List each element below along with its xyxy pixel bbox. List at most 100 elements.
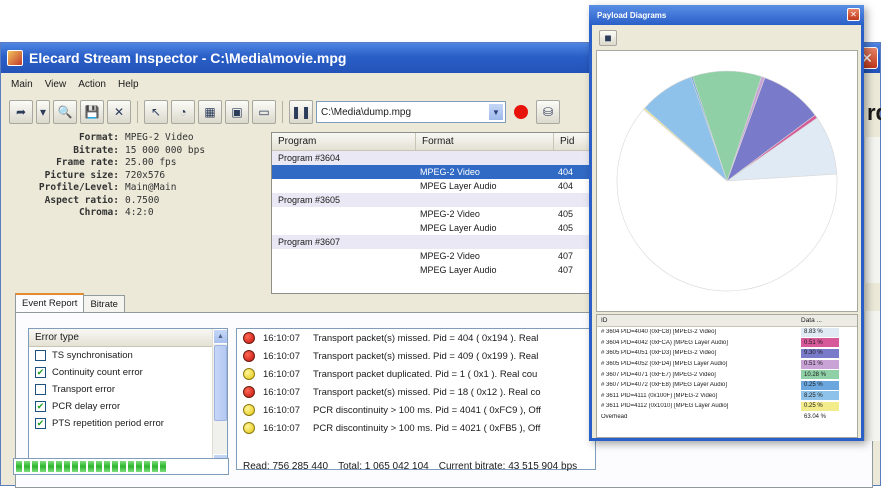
tab-event-report[interactable]: Event Report	[15, 293, 85, 313]
disk-icon[interactable]: ⛁	[536, 100, 560, 124]
table-row[interactable]: MPEG-2 Video 404	[272, 165, 592, 179]
checkbox[interactable]	[35, 384, 46, 395]
table-row[interactable]: MPEG Layer Audio 405	[272, 221, 592, 235]
table-row[interactable]: Program #3604	[272, 151, 592, 165]
read-progress-bar	[13, 457, 229, 475]
legend-row[interactable]: # 3604 PID=4040 (0xFC8) [MPEG-2 Video] 8.…	[597, 327, 857, 338]
info-label: Chroma:	[78, 207, 119, 218]
event-row[interactable]: 16:10:07 Transport packet(s) missed. Pid …	[237, 347, 595, 365]
list-item[interactable]: ✔ PTS repetition period error	[29, 415, 227, 432]
legend-id: # 3604 PID=4042 (0xFCA) [MPEG Layer Audi…	[601, 339, 728, 346]
dropdown-icon[interactable]: ▾	[36, 100, 50, 124]
close-icon[interactable]: ✕	[107, 100, 131, 124]
table-row[interactable]: Program #3605	[272, 193, 592, 207]
close-icon[interactable]: ✕	[847, 8, 860, 21]
menu-help[interactable]: Help	[118, 79, 139, 90]
table-row[interactable]: MPEG-2 Video 407	[272, 249, 592, 263]
event-time: 16:10:07	[263, 332, 300, 344]
program-table-scrollbar[interactable]	[864, 137, 880, 283]
cursor-icon[interactable]: ↖	[144, 100, 168, 124]
column-header-format[interactable]: Format	[416, 133, 554, 150]
column-header-pid[interactable]: Pid	[554, 133, 592, 150]
table-row[interactable]: MPEG Layer Audio 404	[272, 179, 592, 193]
scroll-up-icon[interactable]: ▲	[213, 329, 227, 344]
progress-segment	[96, 460, 102, 472]
dump-path-combo[interactable]: C:\Media\dump.mpg ▼	[316, 101, 506, 123]
program-cell	[272, 263, 416, 277]
checkbox-checked[interactable]: ✔	[35, 401, 46, 412]
legend-header-id[interactable]: ID	[597, 317, 801, 324]
error-status-icon	[243, 332, 255, 344]
program-cell	[272, 207, 416, 221]
record-icon[interactable]	[514, 105, 528, 119]
info-value: 15 000 000 bps	[125, 144, 206, 156]
checkbox-checked[interactable]: ✔	[35, 367, 46, 378]
tab-bitrate[interactable]: Bitrate	[83, 295, 125, 313]
error-list-scrollbar[interactable]: ▲ ▼	[212, 329, 227, 469]
legend-row[interactable]: # 3611 PID=4111 (0x100F) [MPEG-2 Video] 8…	[597, 391, 857, 402]
event-row[interactable]: 16:10:07 Transport packet(s) missed. Pid …	[237, 329, 595, 347]
checkbox-checked[interactable]: ✔	[35, 418, 46, 429]
legend-row[interactable]: Overhead 63.04 %	[597, 412, 857, 423]
list-item[interactable]: ✔ PCR delay error	[29, 398, 227, 415]
info-value: MPEG-2 Video	[125, 132, 194, 143]
search-icon[interactable]: 🔍	[53, 100, 77, 124]
status-text: Read: 756 285 440 Total: 1 065 042 104 C…	[243, 461, 577, 472]
event-row[interactable]: 16:10:07 PCR discontinuity > 100 ms. Pid …	[237, 401, 595, 419]
monitor-icon[interactable]: ▭	[252, 100, 276, 124]
legend-row[interactable]: # 3605 PID=4051 (0xFD3) [MPEG-2 Video] 9.…	[597, 348, 857, 359]
scroll-thumb[interactable]	[214, 345, 227, 421]
legend-row[interactable]: # 3607 PID=4071 (0xFE7) [MPEG-2 Video] 10…	[597, 369, 857, 380]
progress-segment	[152, 460, 158, 472]
menu-view[interactable]: View	[45, 79, 67, 90]
legend-id: # 3605 PID=4051 (0xFD3) [MPEG-2 Video]	[601, 350, 717, 357]
chevron-down-icon[interactable]: ▼	[488, 103, 504, 121]
legend-header-data[interactable]: Data ...	[801, 317, 822, 324]
pause-icon[interactable]: ❚❚	[289, 100, 313, 124]
legend-header: ID Data ...	[597, 315, 857, 327]
open-arrow-icon[interactable]: ➦	[9, 100, 33, 124]
legend-row[interactable]: # 3605 PID=4052 (0xFD4) [MPEG Layer Audi…	[597, 359, 857, 370]
format-cell	[416, 151, 554, 165]
picture-icon[interactable]: ▣	[225, 100, 249, 124]
event-log-scrollbar[interactable]	[864, 311, 880, 441]
error-type-header[interactable]: Error type	[29, 329, 227, 347]
list-item[interactable]: Transport error	[29, 381, 227, 398]
payload-window-title-bar: Payload Diagrams ✕	[589, 5, 864, 25]
legend-row[interactable]: # 3611 PID=4112 (0x1010) [MPEG Layer Aud…	[597, 401, 857, 412]
event-time: 16:10:07	[263, 422, 300, 434]
legend-row[interactable]: # 3604 PID=4042 (0xFCA) [MPEG Layer Audi…	[597, 338, 857, 349]
info-label: Picture size:	[44, 169, 119, 181]
info-value: 4:2:0	[125, 207, 154, 218]
event-time: 16:10:07	[263, 350, 300, 362]
stream-icon[interactable]: ◔	[171, 100, 195, 124]
table-row[interactable]: MPEG Layer Audio 407	[272, 263, 592, 277]
event-log: 16:10:07 Transport packet(s) missed. Pid …	[236, 328, 596, 470]
table-row[interactable]: Program #3607	[272, 235, 592, 249]
format-cell: MPEG Layer Audio	[420, 265, 497, 275]
toolbar: ➦ ▾ 🔍 💾 ✕ ↖ ◔ ▦ ▣ ▭ ❚❚ C:\Media\dump.mpg…	[9, 98, 599, 126]
info-label: Aspect ratio:	[44, 194, 119, 206]
info-label: Bitrate:	[73, 144, 119, 156]
progress-segment	[128, 460, 134, 472]
legend-row[interactable]: # 3607 PID=4072 (0xFE8) [MPEG Layer Audi…	[597, 380, 857, 391]
list-item[interactable]: TS synchronisation	[29, 347, 227, 364]
menu-main[interactable]: Main	[11, 79, 33, 90]
event-row[interactable]: 16:10:07 Transport packet(s) missed. Pid …	[237, 383, 595, 401]
event-row[interactable]: 16:10:07 PCR discontinuity > 100 ms. Pid …	[237, 419, 595, 437]
stop-icon[interactable]: ■	[599, 30, 617, 46]
table-row[interactable]: MPEG-2 Video 405	[272, 207, 592, 221]
toolbar-separator	[137, 101, 138, 123]
error-status-icon	[243, 386, 255, 398]
list-item[interactable]: ✔ Continuity count error	[29, 364, 227, 381]
checkbox[interactable]	[35, 350, 46, 361]
status-read: Read: 756 285 440	[243, 460, 329, 472]
warning-status-icon	[243, 404, 255, 416]
save-icon[interactable]: 💾	[80, 100, 104, 124]
event-row[interactable]: 16:10:07 Transport packet duplicated. Pid…	[237, 365, 595, 383]
event-time: 16:10:07	[263, 368, 300, 380]
event-text: Transport packet(s) missed. Pid = 18 ( 0…	[313, 386, 541, 398]
chart-icon[interactable]: ▦	[198, 100, 222, 124]
column-header-program[interactable]: Program	[272, 133, 416, 150]
menu-action[interactable]: Action	[78, 79, 106, 90]
